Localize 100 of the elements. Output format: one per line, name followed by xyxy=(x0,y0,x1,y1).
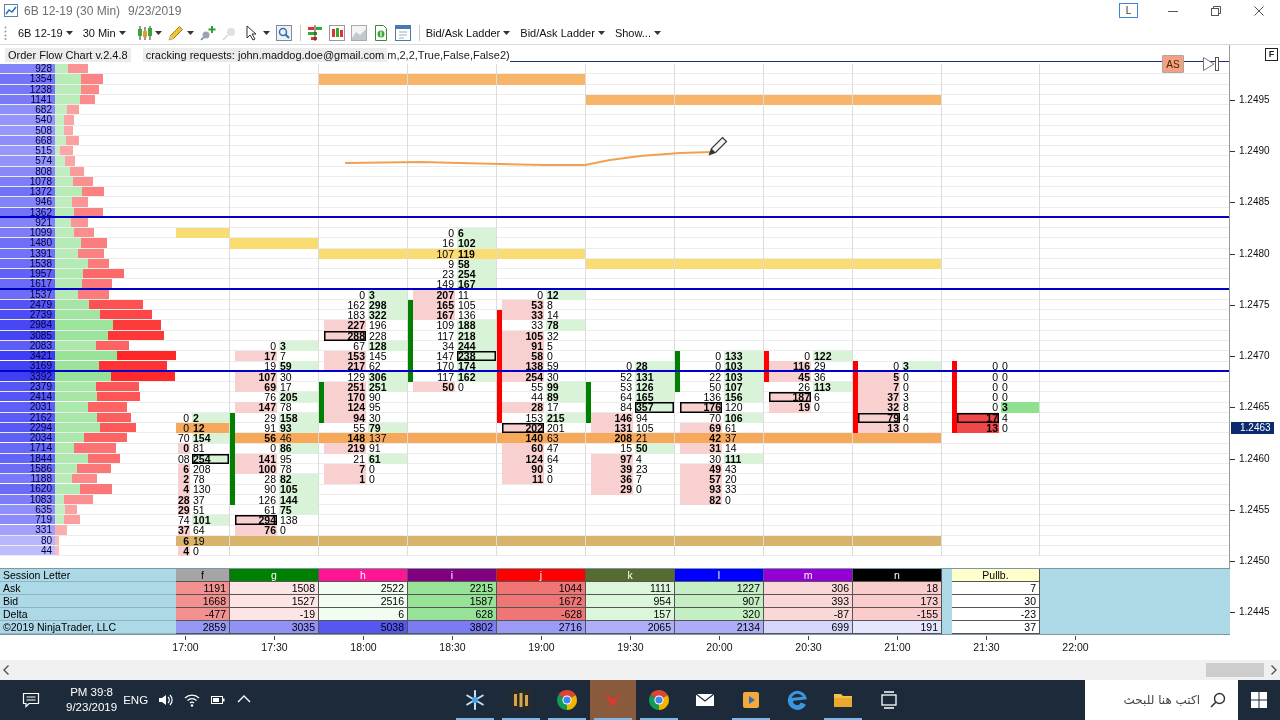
ask-volume: 154 xyxy=(192,433,229,444)
instrument-dropdown[interactable]: 6B 12-19 xyxy=(16,22,75,43)
ask-volume: 6 xyxy=(813,392,821,403)
table-cell: -23 xyxy=(952,608,1040,621)
ask-volume: 86 xyxy=(279,443,318,454)
scrollbar-thumb[interactable] xyxy=(1206,663,1264,677)
profile-volume: 2414 xyxy=(0,392,55,402)
price-label: 1.2475 xyxy=(1230,299,1270,310)
color-wheel-icon xyxy=(556,689,578,711)
table-cell: -628 xyxy=(497,608,586,621)
ask-volume: 58 xyxy=(457,258,496,269)
clock-date[interactable]: 9/23/2019 xyxy=(66,700,118,715)
ask-volume: 254 xyxy=(457,269,496,280)
profile-volume: 2984 xyxy=(0,320,55,330)
bid-volume: 22 xyxy=(708,371,722,382)
message-icon[interactable] xyxy=(22,692,40,708)
ask-volume: 3 xyxy=(279,340,318,351)
search-field[interactable]: اكتب هنا للبحث xyxy=(1085,680,1238,720)
menu-dropdown[interactable]: Show... xyxy=(612,22,663,43)
ask-volume: 36 xyxy=(813,371,827,382)
menu-dropdown[interactable]: Bid/Ask Ladder xyxy=(423,22,513,43)
ask-volume: 158 xyxy=(279,412,318,423)
wifi-icon[interactable] xyxy=(184,692,201,708)
row-label: Bid xyxy=(0,595,176,608)
table-cell: 1044 xyxy=(497,582,586,595)
bid-volume: 105 xyxy=(502,330,544,341)
interval-dropdown[interactable]: 30 Min xyxy=(80,22,128,43)
ask-volume: 0 xyxy=(902,371,910,382)
session-letter: n xyxy=(853,569,942,582)
current-price-label: 1.2463 xyxy=(1231,422,1274,434)
ask-volume: 95 xyxy=(279,453,293,464)
scroll-right-icon[interactable] xyxy=(1271,665,1277,675)
ask-volume: 95 xyxy=(368,402,382,413)
ask-volume: 4 xyxy=(902,412,910,423)
bid-volume: 0 xyxy=(892,361,900,372)
profile-volume: 1099 xyxy=(0,228,55,238)
bid-volume: 167 xyxy=(413,310,455,321)
bid-volume: 7 xyxy=(324,463,366,474)
ask-volume: 106 xyxy=(724,412,763,423)
badge-button[interactable]: AS xyxy=(1162,55,1184,73)
bid-volume: 141 xyxy=(235,453,277,464)
profile-volume: 682 xyxy=(0,105,55,115)
bid-volume: 49 xyxy=(680,463,722,474)
ask-volume: 111 xyxy=(724,453,763,464)
bid-volume: 0 xyxy=(269,443,277,454)
profile-volume: 2379 xyxy=(0,381,55,391)
ask-volume: 137 xyxy=(368,433,388,444)
ask-volume: 119 xyxy=(457,248,476,259)
search-icon xyxy=(1210,692,1226,708)
table-cell: 393 xyxy=(764,595,853,608)
scroll-left-icon[interactable] xyxy=(3,665,9,675)
bid-volume: 4 xyxy=(178,484,190,495)
bid-volume: 28 xyxy=(178,494,190,505)
table-cell: 191 xyxy=(853,621,942,634)
clock-time[interactable]: PM 39:8 xyxy=(70,685,113,700)
axis-button[interactable]: F xyxy=(1265,48,1278,61)
language-indicator[interactable]: ENG xyxy=(123,694,149,706)
speaker-icon[interactable] xyxy=(158,692,175,708)
ask-volume: 0 xyxy=(192,545,199,556)
bid-volume: 5 xyxy=(858,371,900,382)
bid-volume: 9 xyxy=(448,258,455,269)
ask-volume: 23 xyxy=(635,463,649,474)
ask-volume: 94 xyxy=(635,412,649,423)
ask-volume: 63 xyxy=(546,433,560,444)
window-title: 6B 12-19 (30 Min) xyxy=(24,3,121,18)
bid-volume: 0 xyxy=(358,289,366,300)
bid-volume: 34 xyxy=(442,340,455,351)
menu-dropdown[interactable]: Bid/Ask Ladder xyxy=(518,22,607,43)
ask-volume: 0 xyxy=(279,525,287,536)
bid-volume: 2 xyxy=(178,474,190,485)
ask-volume: 0 xyxy=(1001,361,1009,372)
bid-volume: 79 xyxy=(858,412,900,423)
ask-volume: 75 xyxy=(279,504,318,515)
ask-volume: 238 xyxy=(457,351,496,362)
ask-volume: 196 xyxy=(368,320,388,331)
time-label: 18:00 xyxy=(350,641,377,653)
bid-volume: 124 xyxy=(502,453,544,464)
ask-volume: 43 xyxy=(724,463,737,474)
time-label: 19:00 xyxy=(528,641,555,653)
caret-icon xyxy=(118,30,126,35)
ask-volume: 81 xyxy=(192,443,206,454)
time-label: 20:00 xyxy=(706,641,733,653)
profile-volume: 540 xyxy=(0,115,55,125)
bid-volume: 69 xyxy=(680,422,722,433)
session-letter: Pullb. xyxy=(952,569,1040,582)
ask-volume: 128 xyxy=(368,340,407,351)
bid-volume: 53 xyxy=(619,381,633,392)
profile-volume: 1586 xyxy=(0,463,55,473)
skip-forward-icon[interactable] xyxy=(1202,56,1220,72)
bid-volume: 91 xyxy=(263,422,277,433)
ask-volume: 12 xyxy=(192,422,206,433)
ask-volume: 0 xyxy=(368,463,375,474)
account-button[interactable]: L xyxy=(1119,3,1138,18)
bid-volume: 11 xyxy=(502,474,544,485)
profile-volume: 1714 xyxy=(0,443,55,453)
close-icon xyxy=(1253,5,1264,16)
bid-volume: 202 xyxy=(502,422,544,433)
bid-volume: 91 xyxy=(502,340,544,351)
ask-volume: 101 xyxy=(192,515,229,526)
profile-volume: 1141 xyxy=(0,94,55,104)
